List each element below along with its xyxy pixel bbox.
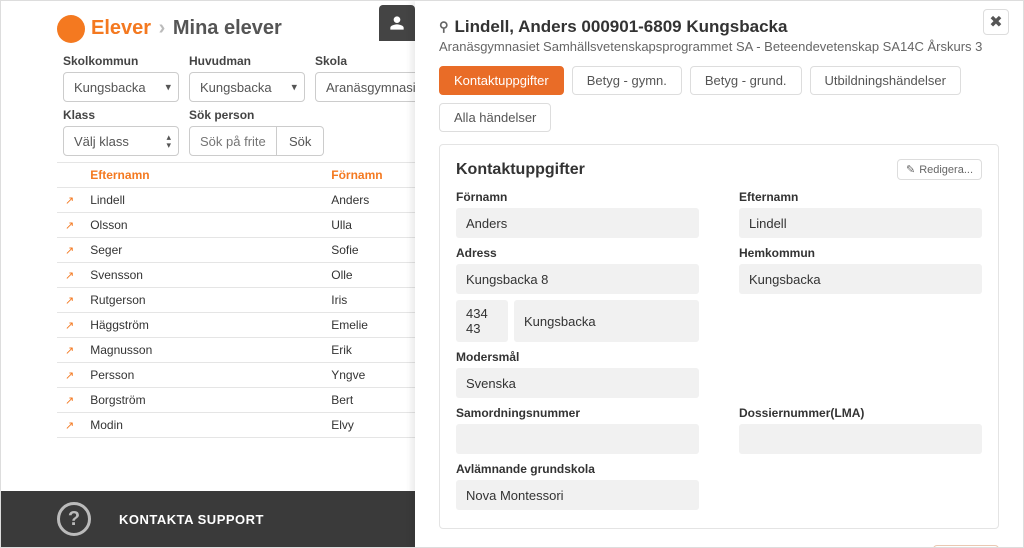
open-icon[interactable]: ↗ [65,395,74,407]
open-icon[interactable]: ↗ [65,370,74,382]
edit-button[interactable]: ✎ Redigera... [897,159,982,180]
klass-label: Klass [63,108,179,122]
adress-value: Kungsbacka 8 [456,264,699,294]
cell-efternamn: Svensson [82,263,323,288]
huvudman-label: Huvudman [189,54,305,68]
breadcrumb-secondary: Mina elever [173,17,282,39]
alt-addresses-title: Alternativa adresser [439,547,583,548]
tab-betyg-gymn[interactable]: Betyg - gymn. [572,66,682,95]
modersmal-value: Svenska [456,368,699,398]
open-icon[interactable]: ↗ [65,345,74,357]
open-icon[interactable]: ↗ [65,220,74,232]
panel-title: Kontaktuppgifter [456,161,585,179]
samordning-label: Samordningsnummer [456,406,699,420]
fornamn-label: Förnamn [456,190,699,204]
dossier-value [739,424,982,454]
close-button[interactable]: ✖ [983,9,1009,35]
cell-efternamn: Borgström [82,388,323,413]
cell-efternamn: Olsson [82,213,323,238]
search-button[interactable]: Sök [277,126,324,156]
open-icon[interactable]: ↗ [65,245,74,257]
fornamn-value: Anders [456,208,699,238]
add-address-button[interactable]: + Lägg till [933,545,999,547]
app-logo [57,15,85,43]
avlamnande-label: Avlämnande grundskola [456,462,699,476]
modersmal-label: Modersmål [456,350,699,364]
adress-label: Adress [456,246,699,260]
hemkommun-value: Kungsbacka [739,264,982,294]
skolkommun-label: Skolkommun [63,54,179,68]
open-icon[interactable]: ↗ [65,270,74,282]
open-icon[interactable]: ↗ [65,195,74,207]
tab-utbildningshandelser[interactable]: Utbildningshändelser [810,66,961,95]
detail-subtitle: Aranäsgymnasiet Samhällsvetenskapsprogra… [439,39,999,54]
support-icon: ? [57,502,91,536]
col-efternamn[interactable]: Efternamn [82,163,323,188]
skolkommun-value: Kungsbacka [74,80,146,95]
hemkommun-label: Hemkommun [739,246,982,260]
detail-title: Lindell, Anders 000901-6809 Kungsbacka [455,17,788,37]
tab-alla-handelser[interactable]: Alla händelser [439,103,551,132]
search-input[interactable] [189,126,277,156]
efternamn-label: Efternamn [739,190,982,204]
city-value: Kungsbacka [514,300,699,342]
edit-label: Redigera... [919,164,973,176]
cell-efternamn: Häggström [82,313,323,338]
breadcrumb-separator: › [159,17,166,39]
cell-efternamn: Magnusson [82,338,323,363]
huvudman-select[interactable]: Kungsbacka [189,72,305,102]
klass-select[interactable]: Välj klass [63,126,179,156]
detail-panel: ✖ ⚲ Lindell, Anders 000901-6809 Kungsbac… [415,1,1023,547]
breadcrumb-primary[interactable]: Elever [91,17,151,39]
cell-efternamn: Rutgerson [82,288,323,313]
efternamn-value: Lindell [739,208,982,238]
skolkommun-select[interactable]: Kungsbacka [63,72,179,102]
person-tab[interactable] [379,5,415,41]
klass-value: Välj klass [74,134,129,149]
pencil-icon: ✎ [906,163,915,176]
cell-efternamn: Persson [82,363,323,388]
zip-value: 434 43 [456,300,508,342]
huvudman-value: Kungsbacka [200,80,272,95]
open-icon[interactable]: ↗ [65,420,74,432]
skola-value: Aranäsgymnasiet [326,80,426,95]
tab-betyg-grund[interactable]: Betyg - grund. [690,66,802,95]
person-glyph-icon: ⚲ [439,19,449,35]
dossier-label: Dossiernummer(LMA) [739,406,982,420]
close-icon: ✖ [989,12,1002,32]
footer-support[interactable]: KONTAKTA SUPPORT [119,512,264,527]
tab-kontaktuppgifter[interactable]: Kontaktuppgifter [439,66,564,95]
avlamnande-value: Nova Montessori [456,480,699,510]
cell-efternamn: Seger [82,238,323,263]
sok-person-label: Sök person [189,108,324,122]
open-icon[interactable]: ↗ [65,295,74,307]
cell-efternamn: Modin [82,413,323,438]
samordning-value [456,424,699,454]
cell-efternamn: Lindell [82,188,323,213]
user-icon [389,15,405,31]
open-icon[interactable]: ↗ [65,320,74,332]
